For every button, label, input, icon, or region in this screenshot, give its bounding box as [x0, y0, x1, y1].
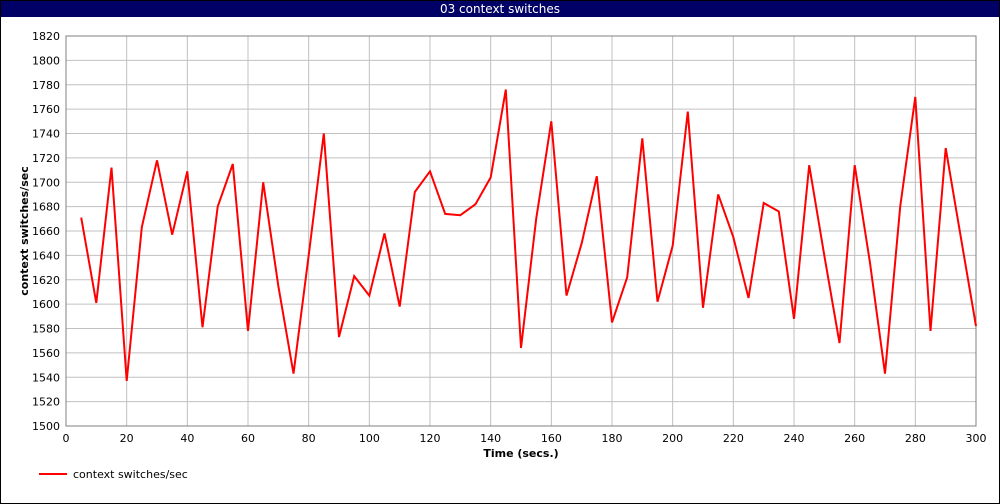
- x-tick-label: 40: [180, 432, 194, 445]
- x-tick-label: 80: [302, 432, 316, 445]
- y-tick-label: 1540: [32, 371, 60, 384]
- x-tick-label: 200: [662, 432, 683, 445]
- y-tick-label: 1500: [32, 420, 60, 433]
- y-tick-label: 1720: [32, 152, 60, 165]
- y-tick-label: 1600: [32, 298, 60, 311]
- x-tick-label: 100: [359, 432, 380, 445]
- y-tick-label: 1680: [32, 201, 60, 214]
- y-tick-label: 1660: [32, 225, 60, 238]
- y-tick-label: 1640: [32, 249, 60, 262]
- x-tick-label: 160: [541, 432, 562, 445]
- x-tick-label: 260: [844, 432, 865, 445]
- y-tick-label: 1760: [32, 103, 60, 116]
- y-tick-label: 1820: [32, 30, 60, 43]
- x-tick-label: 300: [966, 432, 987, 445]
- x-tick-label: 20: [120, 432, 134, 445]
- x-tick-label: 240: [784, 432, 805, 445]
- legend: context switches/sec: [39, 467, 188, 481]
- x-tick-label: 120: [420, 432, 441, 445]
- legend-swatch: [39, 473, 67, 475]
- x-tick-label: 0: [63, 432, 70, 445]
- x-tick-label: 140: [480, 432, 501, 445]
- x-tick-label: 60: [241, 432, 255, 445]
- y-tick-label: 1560: [32, 347, 60, 360]
- x-axis-label: Time (secs.): [483, 447, 558, 460]
- x-axis-ticks: 0 20 40 60 80 100 120 140 160 180 200 220 240 260 280 3…: [63, 432, 987, 445]
- y-tick-label: 1580: [32, 323, 60, 336]
- line-chart: 1500152015401560158016001620164016601680…: [18, 30, 987, 460]
- y-tick-label: 1780: [32, 79, 60, 92]
- y-tick-label: 1700: [32, 176, 60, 189]
- x-tick-label: 220: [723, 432, 744, 445]
- y-tick-label: 1620: [32, 274, 60, 287]
- y-tick-label: 1800: [32, 54, 60, 67]
- y-axis-ticks: 1500 1520 1540 1560 1580 1600 1620 1640 1660 1680…: [32, 30, 60, 433]
- y-tick-label: 1740: [32, 128, 60, 141]
- x-tick-label: 280: [905, 432, 926, 445]
- chart-window: 03 context switches 1500 1520 1540 1560 1580…: [0, 0, 1000, 504]
- y-axis-label: context switches/sec: [18, 166, 31, 295]
- x-tick-label: 180: [602, 432, 623, 445]
- y-tick-label: 1520: [32, 396, 60, 409]
- legend-label: context switches/sec: [73, 467, 188, 481]
